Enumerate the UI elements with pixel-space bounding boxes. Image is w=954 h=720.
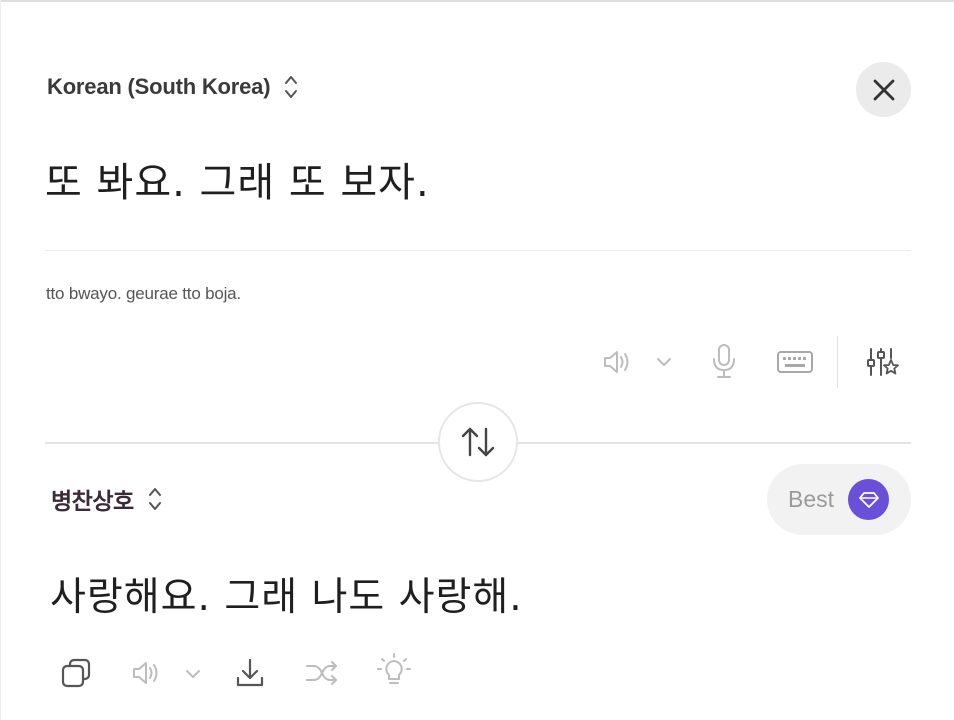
target-language-label: 병찬상호	[51, 489, 134, 515]
romanization-text: tto bwayo. geurae tto boja.	[46, 284, 241, 303]
shuffle-button[interactable]	[303, 656, 341, 690]
chevron-down-icon	[186, 670, 200, 678]
diamond-icon	[848, 479, 889, 520]
source-language-selector[interactable]: Korean (South Korea)	[47, 72, 300, 102]
source-divider	[45, 250, 911, 251]
close-button[interactable]	[856, 62, 911, 117]
translation-voice-dropdown[interactable]	[181, 662, 205, 686]
source-speaker-button[interactable]	[600, 344, 636, 380]
source-voice-dropdown[interactable]	[652, 350, 676, 374]
download-button[interactable]	[232, 654, 268, 692]
up-down-chevron-icon	[282, 72, 300, 102]
best-translation-button[interactable]: Best	[767, 464, 911, 535]
keyboard-button[interactable]	[775, 346, 815, 378]
speaker-icon	[133, 662, 158, 684]
download-icon	[236, 658, 264, 687]
sliders-star-icon	[867, 348, 899, 376]
microphone-icon	[713, 344, 735, 378]
up-down-chevron-icon	[146, 484, 164, 514]
copy-button[interactable]	[57, 654, 95, 692]
translation-text[interactable]: 사랑해요. 그래 나도 사랑해.	[50, 566, 523, 622]
chevron-down-icon	[657, 358, 671, 366]
window-top-border	[0, 0, 954, 2]
best-label: Best	[788, 486, 835, 512]
close-icon	[873, 79, 894, 100]
toolbar-separator	[837, 336, 838, 388]
swap-languages-button[interactable]	[438, 402, 518, 482]
swap-arrows-icon	[461, 427, 495, 457]
source-language-label: Korean (South Korea)	[47, 74, 271, 99]
keyboard-icon	[777, 351, 813, 373]
shuffle-icon	[306, 661, 337, 685]
settings-button[interactable]	[862, 342, 902, 382]
translation-speaker-button[interactable]	[129, 656, 165, 690]
lightbulb-icon	[377, 653, 411, 684]
target-language-selector[interactable]: 병찬상호	[51, 482, 164, 516]
microphone-button[interactable]	[706, 340, 742, 382]
window-left-border	[0, 0, 1, 720]
copy-icon	[61, 658, 91, 688]
speaker-icon	[604, 351, 629, 373]
source-text[interactable]: 또 봐요. 그래 또 보자.	[45, 150, 430, 208]
suggestion-button[interactable]	[375, 652, 413, 692]
